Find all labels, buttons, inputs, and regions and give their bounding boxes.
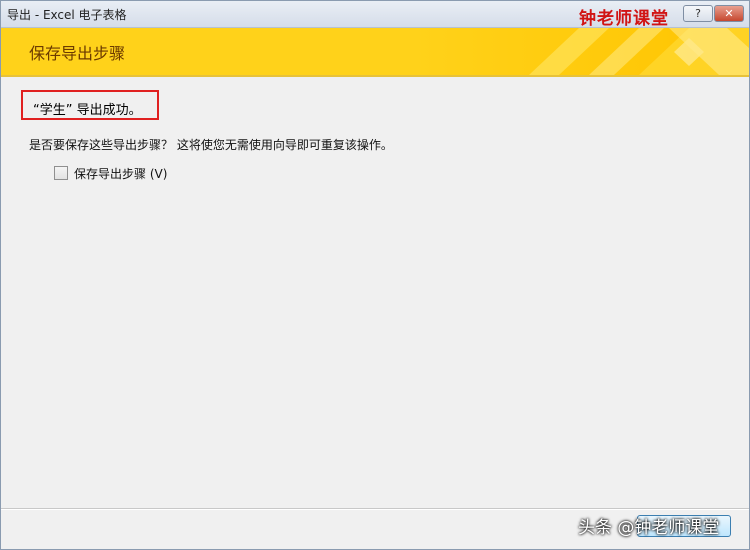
banner-title: 保存导出步骤 xyxy=(29,44,126,63)
banner-divider xyxy=(1,75,749,77)
close-window-button[interactable]: ✕ xyxy=(714,5,744,22)
watermark-top: 钟老师课堂 xyxy=(579,9,669,29)
window-title: 导出 - Excel 电子表格 xyxy=(7,8,127,22)
close-icon: ✕ xyxy=(724,7,734,20)
save-steps-label[interactable]: 保存导出步骤 (V) xyxy=(74,165,167,182)
help-button[interactable]: ? xyxy=(683,5,713,22)
help-icon: ? xyxy=(695,7,701,20)
title-bar[interactable]: 导出 - Excel 电子表格 钟老师课堂 ? ✕ xyxy=(1,1,749,29)
save-steps-checkbox[interactable] xyxy=(54,166,68,180)
success-message: “学生” 导出成功。 xyxy=(33,103,142,118)
header-banner: 保存导出步骤 xyxy=(1,28,749,75)
watermark-bottom: 头条 @钟老师课堂 xyxy=(578,518,720,538)
export-dialog: 导出 - Excel 电子表格 钟老师课堂 ? ✕ 保存导出步骤 “学生” 导出… xyxy=(0,0,750,550)
footer-divider xyxy=(1,508,749,509)
save-steps-question: 是否要保存这些导出步骤？ 这将使您无需使用向导即可重复该操作。 xyxy=(29,138,393,152)
banner-decoration xyxy=(529,28,749,75)
